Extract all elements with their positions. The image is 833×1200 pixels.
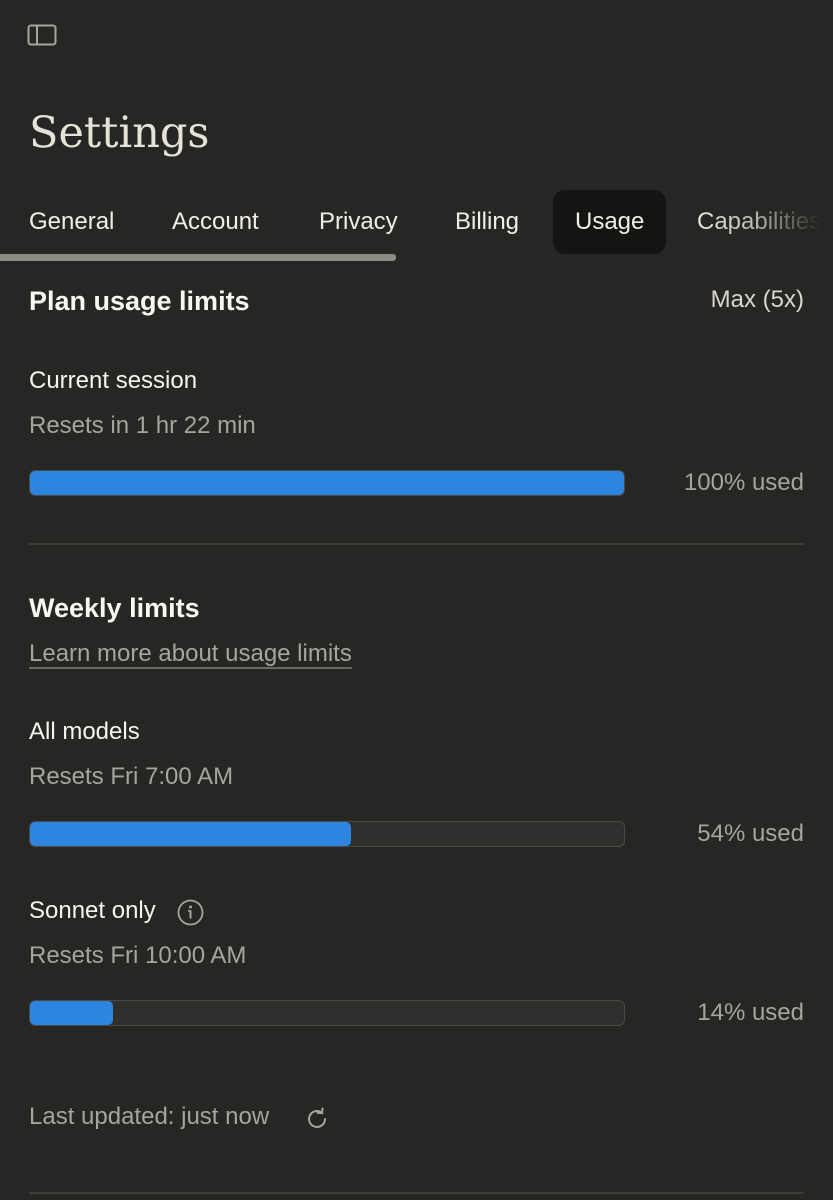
bottom-divider [29, 1192, 804, 1194]
weekly-limits-title: Weekly limits [29, 593, 200, 623]
tab-account[interactable]: Account [172, 190, 259, 254]
page-title: Settings [29, 108, 210, 158]
sonnet-only-reset: Resets Fri 10:00 AM [29, 942, 247, 969]
tab-usage[interactable]: Usage [553, 190, 667, 254]
all-models-progress [29, 821, 625, 847]
all-models-label: All models [29, 718, 140, 745]
plan-badge: Max (5x) [710, 286, 804, 313]
settings-tabs: General Account Privacy Billing Usage Ca… [0, 190, 833, 262]
sonnet-only-used: 14% used [697, 999, 804, 1026]
current-session-used: 100% used [683, 469, 804, 496]
tab-general[interactable]: General [29, 190, 114, 254]
plan-usage-title: Plan usage limits [29, 286, 250, 316]
sidebar-toggle-icon[interactable] [27, 24, 57, 46]
current-session-progress [29, 470, 625, 496]
last-updated-text: Last updated: just now [29, 1103, 270, 1130]
tab-privacy[interactable]: Privacy [319, 190, 398, 254]
learn-more-link[interactable]: Learn more about usage limits [29, 640, 352, 668]
current-session-progress-fill [30, 471, 624, 495]
tabs-scroll-indicator[interactable] [0, 254, 396, 261]
sonnet-only-label: Sonnet only [29, 897, 156, 924]
refresh-icon[interactable] [304, 1106, 330, 1132]
all-models-used: 54% used [697, 820, 804, 847]
all-models-progress-fill [30, 822, 351, 846]
sonnet-only-progress-fill [30, 1001, 114, 1025]
tab-capabilities[interactable]: Capabilities [697, 190, 821, 254]
tab-billing[interactable]: Billing [455, 190, 519, 254]
sonnet-only-progress [29, 1000, 625, 1026]
section-divider [29, 543, 804, 545]
current-session-reset: Resets in 1 hr 22 min [29, 412, 256, 439]
current-session-label: Current session [29, 367, 198, 394]
all-models-reset: Resets Fri 7:00 AM [29, 763, 234, 790]
info-icon[interactable] [177, 899, 204, 926]
